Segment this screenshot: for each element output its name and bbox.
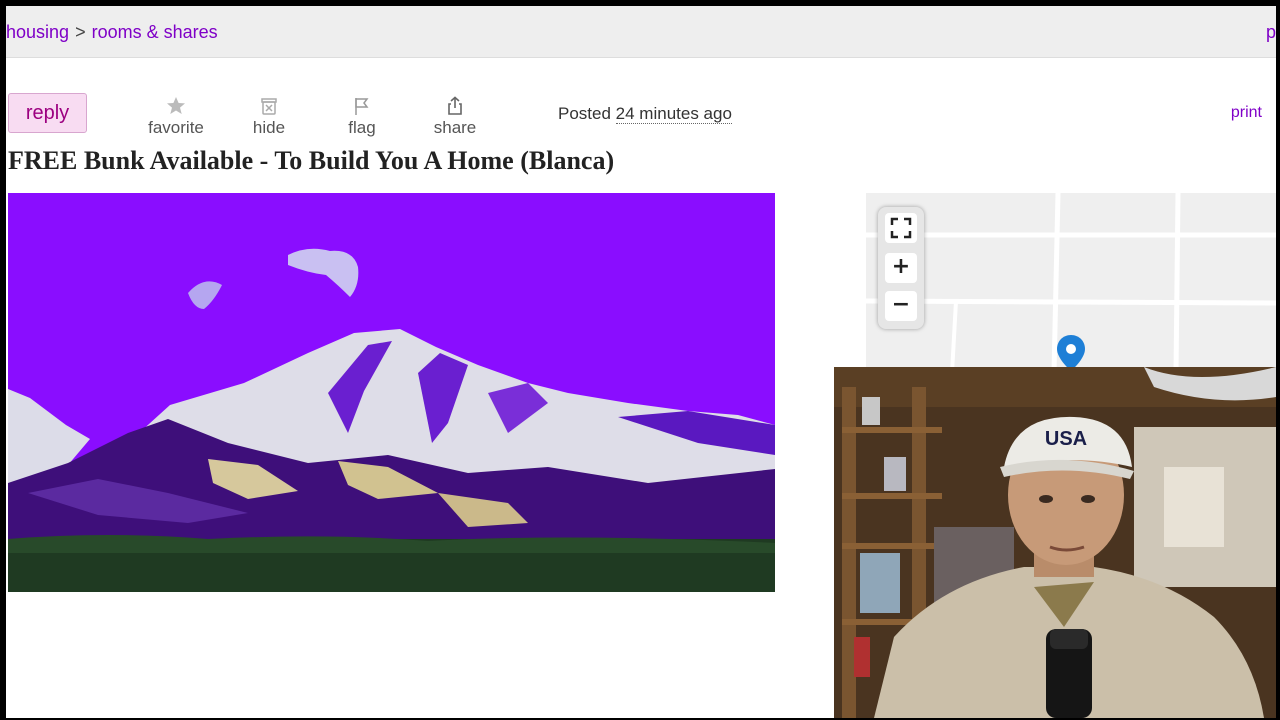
share-button[interactable]: share xyxy=(430,96,480,138)
posted-time: 24 minutes ago xyxy=(615,104,732,124)
breadcrumb-rooms-shares-link[interactable]: rooms & shares xyxy=(92,22,218,42)
posted-info: Posted 24 minutes ago xyxy=(558,104,732,124)
favorite-button[interactable]: favorite xyxy=(144,96,208,138)
listing-photo[interactable] xyxy=(8,193,775,592)
hide-label: hide xyxy=(252,118,286,137)
reply-button[interactable]: reply xyxy=(8,93,87,133)
mountain-photo-illustration xyxy=(8,193,775,592)
flag-icon xyxy=(355,98,369,115)
flag-button[interactable]: flag xyxy=(342,96,382,138)
share-icon xyxy=(448,96,462,115)
fullscreen-icon xyxy=(890,217,912,239)
cap-text: USA xyxy=(1045,428,1087,450)
star-icon xyxy=(167,97,185,114)
webcam-person-illustration: USA xyxy=(834,367,1276,718)
post-action-bar: reply favorite hide flag share Posted 24… xyxy=(6,92,1276,142)
map-zoom-in-button[interactable]: + xyxy=(885,253,917,283)
flag-label: flag xyxy=(348,118,376,137)
breadcrumb-right-link[interactable]: p xyxy=(1266,6,1276,58)
browser-page: housing > rooms & shares p reply favorite … xyxy=(6,6,1276,718)
breadcrumb-separator: > xyxy=(75,22,86,42)
location-map[interactable]: + − xyxy=(866,193,1276,373)
map-zoom-out-button[interactable]: − xyxy=(885,291,917,321)
posted-prefix: Posted xyxy=(558,104,611,123)
share-label: share xyxy=(433,118,477,137)
breadcrumb: housing > rooms & shares p xyxy=(6,6,1276,58)
favorite-label: favorite xyxy=(148,118,204,137)
webcam-overlay: USA xyxy=(834,367,1276,718)
map-fullscreen-button[interactable] xyxy=(885,213,917,243)
hide-button[interactable]: hide xyxy=(246,96,292,138)
map-controls: + − xyxy=(878,207,924,329)
trash-icon xyxy=(261,98,277,115)
breadcrumb-housing-link[interactable]: housing xyxy=(6,22,69,42)
post-title: FREE Bunk Available - To Build You A Hom… xyxy=(8,146,615,175)
print-link[interactable]: print xyxy=(1231,104,1262,122)
